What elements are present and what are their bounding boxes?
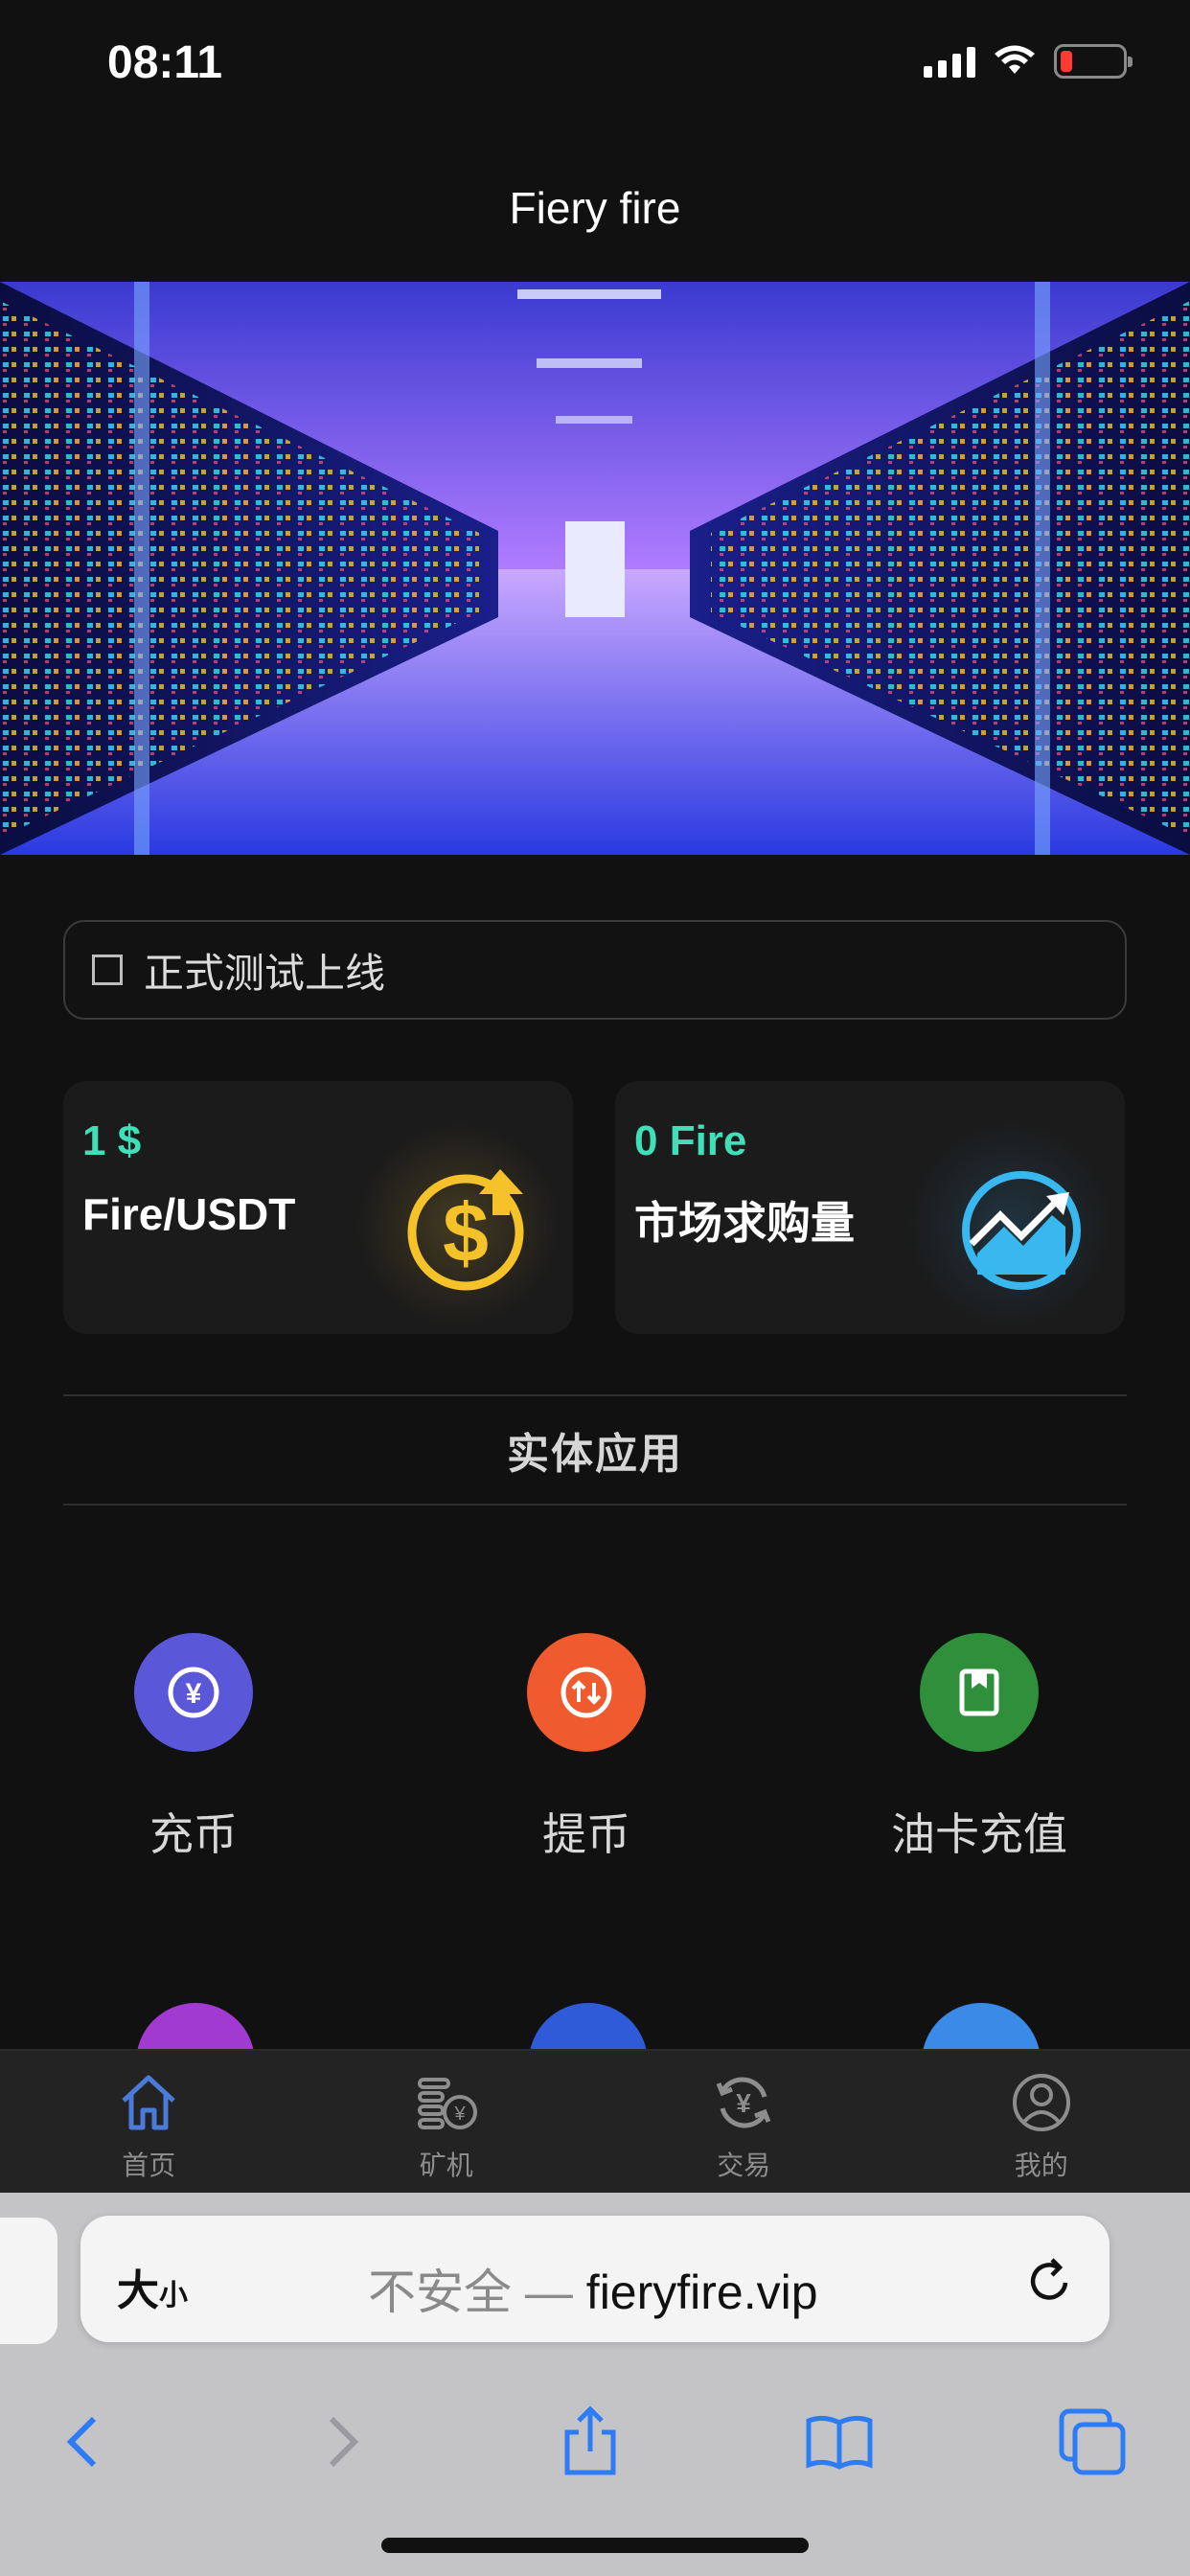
price-label: Fire/USDT	[82, 1189, 296, 1239]
app-deposit-label: 充币	[149, 1809, 238, 1859]
section-title: 实体应用	[507, 1431, 683, 1478]
cellular-signal-icon	[924, 45, 975, 78]
svg-text:¥: ¥	[736, 2088, 751, 2118]
price-card[interactable]: 1 $ Fire/USDT $	[63, 1081, 573, 1334]
price-value: 1 $	[82, 1117, 142, 1164]
notice-bar[interactable]: 正式测试上线	[63, 920, 1127, 1020]
app-withdraw-label: 提币	[542, 1809, 630, 1859]
trend-chart-icon	[962, 1171, 1081, 1290]
previous-tab-preview[interactable]	[0, 2218, 57, 2344]
forward-icon[interactable]	[303, 2404, 379, 2480]
oil-card-icon	[920, 1633, 1039, 1752]
domain-text: fieryfire.vip	[585, 2266, 818, 2319]
status-icons	[924, 44, 1133, 79]
demand-value: 0 Fire	[634, 1117, 747, 1164]
text-size-button[interactable]: 大小	[117, 2256, 188, 2317]
profile-icon	[1012, 2074, 1070, 2131]
app-oil-card-label: 油卡充值	[891, 1809, 1067, 1859]
reload-icon[interactable]	[1023, 2254, 1077, 2308]
app-withdraw[interactable]: 提币	[433, 1633, 740, 1863]
wifi-icon	[995, 45, 1035, 74]
page-title: Fiery fire	[509, 183, 681, 233]
home-indicator	[381, 2538, 809, 2553]
status-bar: 08:11	[0, 0, 1190, 134]
tab-bar: 首页 ¥ 矿机 ¥ 交易 我的	[0, 2049, 1190, 2193]
tab-miner[interactable]: ¥ 矿机	[298, 2051, 596, 2193]
section-header: 实体应用	[63, 1394, 1127, 1506]
address-bar[interactable]: 大小 不安全 — fieryfire.vip	[80, 2216, 1110, 2342]
miner-icon: ¥	[417, 2078, 477, 2129]
app-deposit[interactable]: ¥ 充币	[40, 1633, 347, 1863]
trade-icon: ¥	[716, 2077, 771, 2128]
svg-text:¥: ¥	[186, 1678, 202, 1710]
svg-text:¥: ¥	[453, 2104, 466, 2125]
url-text[interactable]: 不安全 — fieryfire.vip	[368, 2254, 818, 2323]
tab-trade[interactable]: ¥ 交易	[595, 2051, 893, 2193]
home-icon	[122, 2075, 175, 2130]
tab-home[interactable]: 首页	[0, 2051, 298, 2193]
tab-profile[interactable]: 我的	[893, 2051, 1190, 2193]
tab-profile-label: 我的	[1014, 2150, 1068, 2180]
battery-icon	[1054, 44, 1133, 79]
app-oil-card[interactable]: 油卡充值	[826, 1633, 1133, 1863]
page-header: Fiery fire	[0, 134, 1190, 282]
bookmarks-icon[interactable]	[801, 2404, 878, 2480]
status-time: 08:11	[107, 37, 223, 88]
tab-trade-label: 交易	[717, 2150, 771, 2180]
dollar-up-icon: $	[407, 1169, 524, 1291]
notice-text: 正式测试上线	[144, 950, 386, 996]
withdraw-icon	[527, 1633, 646, 1752]
insecure-label: 不安全 —	[368, 2266, 586, 2319]
tabs-icon[interactable]	[1054, 2404, 1131, 2480]
browser-toolbar	[0, 2384, 1190, 2499]
browser-chrome: 大小 不安全 — fieryfire.vip	[0, 2193, 1190, 2576]
demand-card[interactable]: 0 Fire 市场求购量	[615, 1081, 1125, 1334]
svg-text:$: $	[443, 1187, 489, 1279]
deposit-icon: ¥	[134, 1633, 253, 1752]
notice-checkbox-icon	[92, 954, 123, 985]
tab-miner-label: 矿机	[419, 2150, 473, 2180]
share-icon[interactable]	[552, 2404, 629, 2480]
demand-label: 市场求购量	[634, 1198, 855, 1248]
banner-image	[0, 282, 1190, 855]
tab-home-label: 首页	[122, 2150, 176, 2180]
back-icon[interactable]	[46, 2404, 123, 2480]
